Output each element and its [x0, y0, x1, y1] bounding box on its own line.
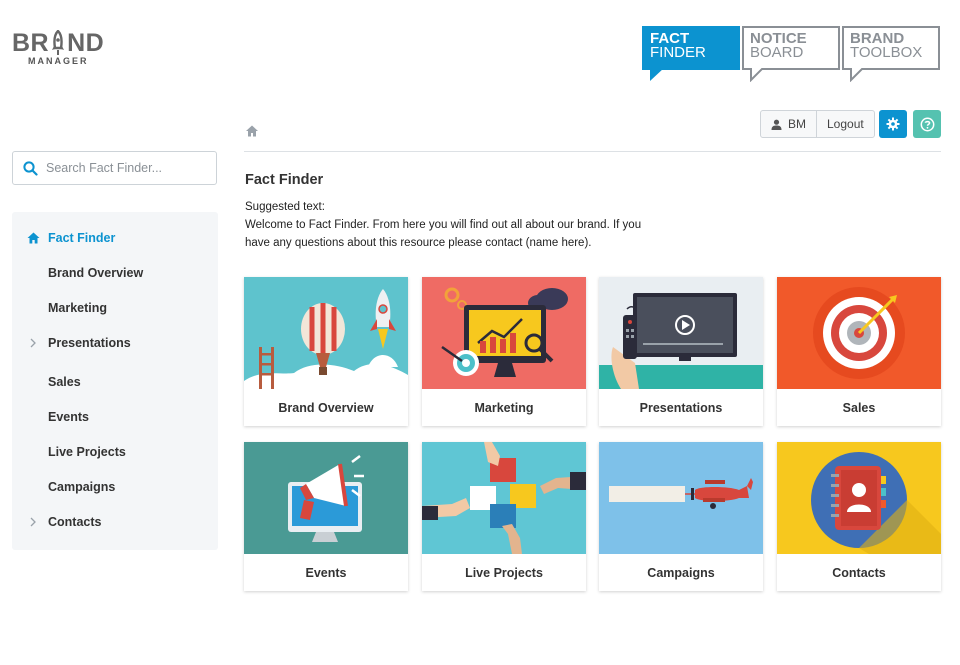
logo-word-left: BR	[12, 29, 50, 57]
help-button[interactable]	[913, 110, 941, 138]
sidebar-item-campaigns[interactable]: Campaigns	[12, 472, 218, 502]
sidebar-item-label: Fact Finder	[48, 231, 116, 245]
user-menu-button[interactable]: BM	[761, 111, 817, 137]
search-box[interactable]	[12, 151, 217, 185]
marketing-illustration	[422, 277, 586, 389]
logout-button[interactable]: Logout	[817, 111, 874, 137]
sidebar-item-label: Marketing	[48, 301, 108, 315]
logo-word-right: ND	[67, 29, 105, 57]
breadcrumb-home-icon[interactable]	[245, 124, 259, 138]
suggested-text: Suggested text: Welcome to Fact Finder. …	[245, 198, 665, 252]
sidebar-item-contacts[interactable]: Contacts	[12, 507, 218, 537]
sidebar-item-label: Live Projects	[48, 445, 126, 459]
hot-air-balloon-illustration	[244, 277, 408, 389]
chevron-right-icon[interactable]	[26, 515, 40, 529]
sidebar-item-label: Events	[48, 410, 89, 424]
gear-icon	[886, 117, 900, 131]
header-divider	[244, 151, 941, 152]
suggested-body: Welcome to Fact Finder. From here you wi…	[245, 219, 642, 249]
puzzle-hands-illustration	[422, 442, 586, 554]
megaphone-illustration	[244, 442, 408, 554]
settings-button[interactable]	[879, 110, 907, 138]
card-label: Sales	[842, 400, 876, 415]
home-icon	[26, 231, 40, 245]
sidebar-item-label: Presentations	[48, 336, 131, 350]
tab-fact-finder-line2: FINDER	[650, 44, 706, 61]
tv-remote-illustration	[599, 277, 763, 389]
sidebar-item-label: Brand Overview	[48, 266, 144, 280]
sidebar-item-label: Sales	[48, 375, 81, 389]
brand-manager-logo[interactable]: BR ND MANAGER	[12, 29, 112, 80]
help-icon	[920, 117, 934, 131]
card-label: Events	[305, 565, 347, 580]
search-input[interactable]	[46, 161, 196, 175]
card-marketing[interactable]: Marketing	[422, 277, 586, 426]
address-book-illustration	[777, 442, 941, 554]
page-title: Fact Finder	[245, 172, 324, 188]
sidebar-item-brand-overview[interactable]: Brand Overview	[12, 258, 218, 288]
chevron-right-icon[interactable]	[26, 336, 40, 350]
card-contacts[interactable]: Contacts	[777, 442, 941, 591]
sidebar-item-presentations[interactable]: Presentations	[12, 328, 218, 358]
tab-notice-board[interactable]: NOTICE BOARD	[742, 26, 840, 82]
tab-brand-toolbox[interactable]: BRAND TOOLBOX	[842, 26, 940, 82]
sidebar-nav: Fact Finder Brand Overview Marketing Pre…	[12, 212, 218, 550]
card-sales[interactable]: Sales	[777, 277, 941, 426]
tab-notice-board-line2: BOARD	[750, 44, 804, 61]
card-label: Presentations	[639, 400, 723, 415]
speech-tail-icon	[750, 68, 764, 82]
sidebar-item-label: Contacts	[48, 515, 102, 529]
logo-wordmark: BR ND	[12, 29, 112, 57]
sidebar-item-marketing[interactable]: Marketing	[12, 293, 218, 323]
suggested-label: Suggested text:	[245, 201, 325, 213]
user-icon	[771, 119, 782, 130]
sidebar-item-label: Campaigns	[48, 480, 116, 494]
card-label: Campaigns	[647, 565, 715, 580]
card-label: Contacts	[832, 565, 886, 580]
sidebar-item-live-projects[interactable]: Live Projects	[12, 437, 218, 467]
logo-subtitle: MANAGER	[28, 56, 89, 66]
card-events[interactable]: Events	[244, 442, 408, 591]
card-presentations[interactable]: Presentations	[599, 277, 763, 426]
tab-brand-toolbox-line2: TOOLBOX	[850, 44, 923, 61]
sidebar-item-events[interactable]: Events	[12, 402, 218, 432]
card-campaigns[interactable]: Campaigns	[599, 442, 763, 591]
speech-tail-icon	[650, 68, 664, 81]
card-label: Live Projects	[465, 565, 543, 580]
rocket-icon	[50, 29, 66, 56]
search-icon	[23, 160, 38, 176]
speech-tail-icon	[850, 68, 864, 82]
target-illustration	[777, 277, 941, 389]
card-label: Marketing	[474, 400, 534, 415]
plane-banner-illustration	[599, 442, 763, 554]
card-label: Brand Overview	[278, 400, 374, 415]
card-brand-overview[interactable]: Brand Overview	[244, 277, 408, 426]
user-initials: BM	[788, 117, 806, 131]
sidebar-item-fact-finder[interactable]: Fact Finder	[12, 223, 218, 253]
card-live-projects[interactable]: Live Projects	[422, 442, 586, 591]
user-button-group: BM Logout	[760, 110, 875, 138]
sidebar-item-sales[interactable]: Sales	[12, 367, 218, 397]
tab-fact-finder[interactable]: FACT FINDER	[642, 26, 740, 82]
